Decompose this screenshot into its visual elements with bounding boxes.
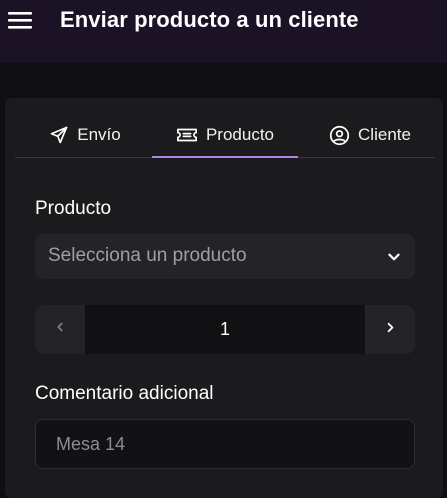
tab-label: Producto [205, 124, 275, 144]
comment-label: Comentario adicional [35, 383, 214, 404]
app-bar: Enviar producto a un cliente [0, 0, 447, 63]
quantity-stepper: 1 [35, 305, 415, 354]
chevron-right-icon [383, 320, 398, 340]
chevron-down-icon [385, 248, 403, 271]
increment-button[interactable] [365, 305, 415, 354]
ticket-icon [176, 127, 198, 143]
product-label: Producto [35, 198, 112, 219]
decrement-button[interactable] [35, 305, 85, 354]
tab-envio[interactable]: Envío [15, 113, 155, 157]
tab-bar: Envío Producto Cliente [15, 113, 435, 158]
page-title: Enviar producto a un cliente [60, 7, 359, 32]
user-circle-icon [329, 125, 350, 146]
tab-producto[interactable]: Producto [152, 113, 298, 158]
send-icon [49, 125, 69, 145]
hamburger-menu-icon[interactable] [8, 12, 32, 30]
chevron-left-icon [53, 320, 67, 339]
form-card: Envío Producto Cliente Producto Seleccio… [5, 98, 443, 498]
quantity-value[interactable]: 1 [85, 305, 365, 354]
comment-input[interactable] [35, 419, 415, 469]
tab-label: Envío [77, 125, 121, 144]
tab-label: Cliente [358, 125, 411, 144]
product-select[interactable]: Selecciona un producto [35, 234, 415, 279]
product-select-placeholder: Selecciona un producto [48, 245, 247, 266]
tab-cliente[interactable]: Cliente [305, 113, 435, 157]
